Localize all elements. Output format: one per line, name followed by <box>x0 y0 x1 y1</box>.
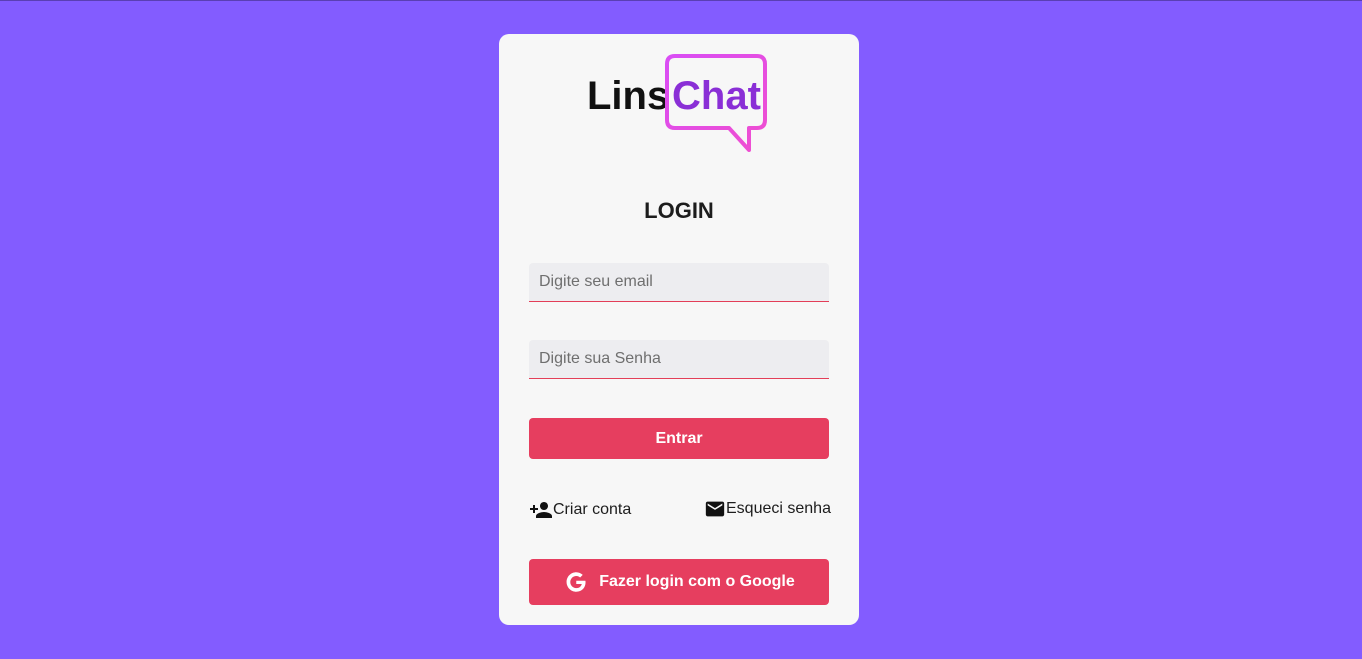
password-field[interactable] <box>529 340 829 379</box>
mail-icon <box>705 501 725 517</box>
email-field[interactable] <box>529 263 829 302</box>
login-button[interactable]: Entrar <box>529 418 829 459</box>
logo-word-chat: Chat <box>672 74 761 118</box>
forgot-password-link[interactable]: Esqueci senha <box>704 498 831 520</box>
google-g-icon <box>563 569 589 595</box>
login-card: Lins Chat LOGIN Entrar Criar conta Esque… <box>499 34 859 625</box>
google-login-label: Fazer login com o Google <box>599 573 795 590</box>
create-account-link[interactable]: Criar conta <box>529 498 631 522</box>
page-title: LOGIN <box>644 198 714 223</box>
forgot-password-label: Esqueci senha <box>726 500 831 517</box>
create-account-label: Criar conta <box>553 501 632 518</box>
logo-word-lins: Lins <box>587 74 670 118</box>
linschat-logo: Lins Chat <box>587 54 777 154</box>
google-login-button[interactable]: Fazer login com o Google <box>529 559 829 605</box>
top-border <box>0 0 1362 1</box>
person-add-icon <box>530 502 552 518</box>
